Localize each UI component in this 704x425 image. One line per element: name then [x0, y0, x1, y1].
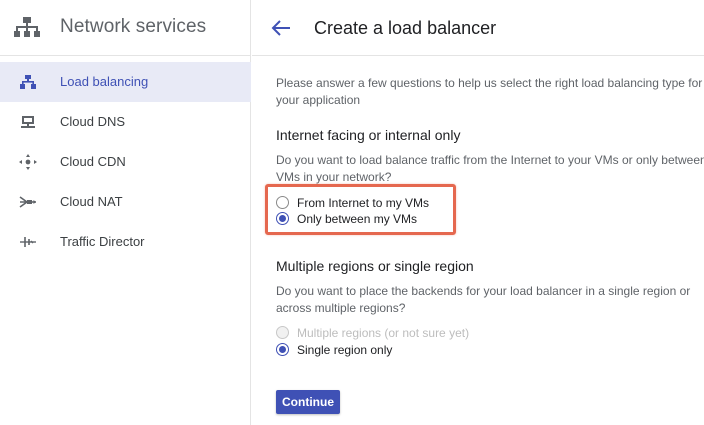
section-desc-line: across multiple regions?	[276, 301, 406, 315]
sidebar-item-label: Load balancing	[60, 74, 149, 89]
section-desc-line: Do you want to load balance traffic from…	[276, 153, 704, 167]
section-desc-line: Do you want to place the backends for yo…	[276, 284, 691, 298]
radio-button-disabled	[276, 326, 289, 339]
radio-button-checked[interactable]	[276, 343, 289, 356]
product-title: Network services	[60, 16, 207, 37]
sidebar-item-label: Traffic Director	[60, 234, 145, 249]
intro-line: Please answer a few questions to help us…	[276, 76, 703, 90]
back-arrow-icon[interactable]	[270, 18, 292, 38]
app-window: Network services Load balancing Cloud DN…	[0, 0, 704, 425]
sidebar-item-label: Cloud CDN	[60, 154, 126, 169]
sidebar-item-label: Cloud NAT	[60, 194, 123, 209]
continue-button[interactable]: Continue	[276, 390, 340, 414]
sidebar-item-load-balancing[interactable]: Load balancing	[0, 62, 251, 102]
cdn-icon	[18, 153, 38, 171]
intro-line: your application	[276, 93, 361, 107]
page-title: Create a load balancer	[314, 18, 497, 38]
section-desc-regions: Do you want to place the backends for yo…	[276, 283, 704, 317]
highlight-annotation-box	[265, 184, 456, 235]
section-desc-internet-facing: Do you want to load balance traffic from…	[276, 152, 704, 186]
sidebar-item-cloud-cdn[interactable]: Cloud CDN	[0, 142, 251, 182]
section-title-internet-facing: Internet facing or internal only	[276, 127, 461, 143]
radio-label: Single region only	[297, 342, 393, 357]
radio-option-multiple-regions: Multiple regions (or not sure yet)	[276, 324, 469, 341]
radio-label: Multiple regions (or not sure yet)	[297, 325, 470, 340]
sidebar-item-cloud-dns[interactable]: Cloud DNS	[0, 102, 251, 142]
radio-option-single-region[interactable]: Single region only	[276, 341, 392, 358]
page-header: Create a load balancer	[252, 0, 704, 56]
network-services-icon	[14, 17, 40, 39]
load-balancing-icon	[18, 73, 38, 91]
intro-text: Please answer a few questions to help us…	[276, 75, 704, 109]
nat-icon	[18, 193, 38, 211]
section-title-regions: Multiple regions or single region	[276, 258, 474, 274]
traffic-director-icon	[18, 233, 38, 251]
sidebar-item-label: Cloud DNS	[60, 114, 126, 129]
sidebar-item-traffic-director[interactable]: Traffic Director	[0, 222, 251, 262]
sidebar-item-cloud-nat[interactable]: Cloud NAT	[0, 182, 251, 222]
sidebar-header: Network services	[0, 0, 251, 56]
dns-icon	[18, 113, 38, 131]
sidebar: Network services Load balancing Cloud DN…	[0, 0, 251, 425]
